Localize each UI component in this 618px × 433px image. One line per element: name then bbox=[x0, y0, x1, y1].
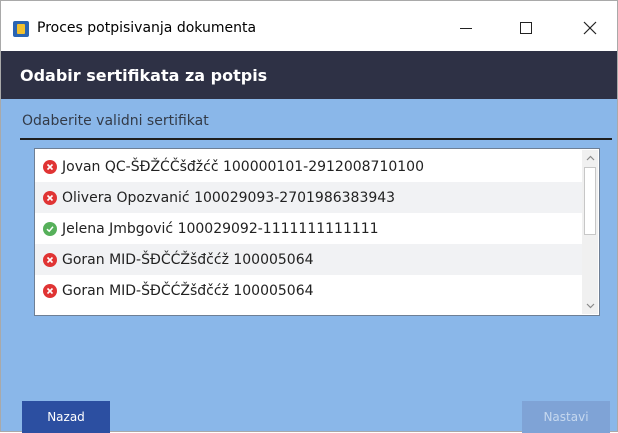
page-title: Odabir sertifikata za potpis bbox=[20, 66, 268, 85]
certificate-item[interactable]: Olivera Opozvanić 100029093-270198638394… bbox=[35, 182, 583, 213]
certificate-item[interactable]: Jelena Jmbgović 100029092-1111111111111 bbox=[35, 213, 583, 244]
section-label: Odaberite validni sertifikat bbox=[22, 113, 209, 129]
header-band: Odabir sertifikata za potpis bbox=[1, 51, 617, 99]
invalid-x-icon bbox=[43, 159, 57, 174]
invalid-x-icon bbox=[43, 190, 57, 205]
certificate-list-items: Jovan QC-ŠĐŽĆČšđžćč 100000101-2912008710… bbox=[35, 151, 583, 306]
app-icon bbox=[13, 21, 29, 37]
scroll-up-button[interactable] bbox=[582, 150, 598, 166]
valid-check-icon bbox=[43, 221, 57, 236]
chevron-up-icon bbox=[586, 155, 594, 161]
certificate-label: Goran MID-ŠĐČĆŽšđčćž 100005064 bbox=[62, 282, 314, 299]
list-scrollbar[interactable] bbox=[582, 150, 598, 314]
back-button[interactable]: Nazad bbox=[22, 401, 110, 433]
title-bar[interactable]: Proces potpisivanja dokumenta bbox=[1, 1, 617, 51]
certificate-list[interactable]: Jovan QC-ŠĐŽĆČšđžćč 100000101-2912008710… bbox=[34, 148, 600, 316]
close-icon bbox=[583, 21, 597, 35]
certificate-item[interactable]: Goran MID-ŠĐČĆŽšđčćž 100005064 bbox=[35, 244, 583, 275]
certificate-item[interactable]: Goran MID-ŠĐČĆŽšđčćž 100005064 bbox=[35, 275, 583, 306]
maximize-button[interactable] bbox=[503, 13, 549, 43]
minimize-icon bbox=[460, 27, 472, 29]
next-button[interactable]: Nastavi bbox=[522, 401, 610, 433]
minimize-button[interactable] bbox=[443, 13, 489, 43]
certificate-label: Jelena Jmbgović 100029092-1111111111111 bbox=[62, 220, 379, 237]
invalid-x-icon bbox=[43, 252, 57, 267]
scroll-down-button[interactable] bbox=[582, 298, 598, 314]
window-title: Proces potpisivanja dokumenta bbox=[37, 20, 257, 36]
certificate-label: Jovan QC-ŠĐŽĆČšđžćč 100000101-2912008710… bbox=[62, 158, 424, 175]
maximize-icon bbox=[520, 22, 532, 34]
scroll-thumb[interactable] bbox=[584, 167, 596, 235]
invalid-x-icon bbox=[43, 283, 57, 298]
chevron-down-icon bbox=[586, 303, 594, 309]
certificate-item[interactable]: Jovan QC-ŠĐŽĆČšđžćč 100000101-2912008710… bbox=[35, 151, 583, 182]
certificate-label: Olivera Opozvanić 100029093-270198638394… bbox=[62, 189, 396, 206]
close-button[interactable] bbox=[567, 13, 613, 43]
dialog-window: Proces potpisivanja dokumenta Odabir ser… bbox=[0, 0, 618, 433]
section-divider bbox=[20, 138, 612, 140]
certificate-label: Goran MID-ŠĐČĆŽšđčćž 100005064 bbox=[62, 251, 314, 268]
